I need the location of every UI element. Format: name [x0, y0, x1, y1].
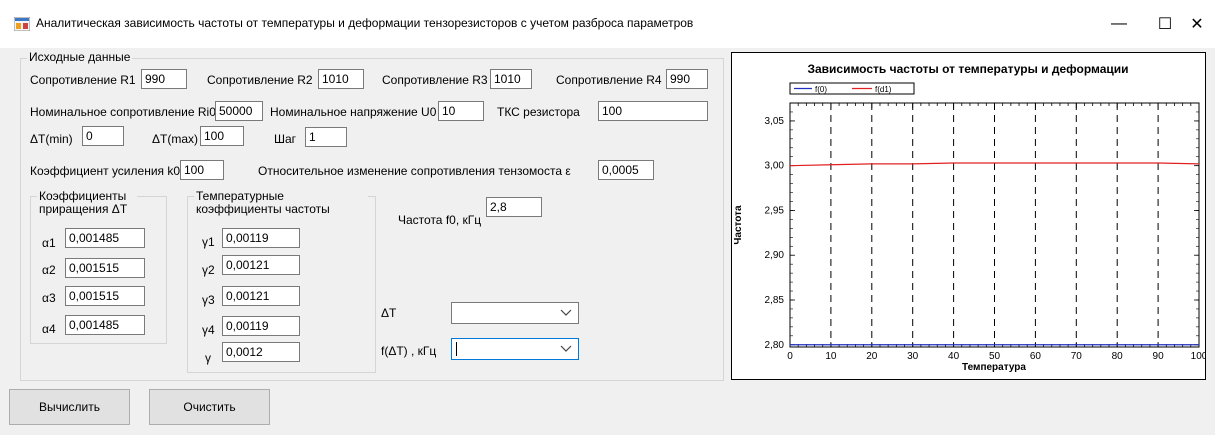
alpha4-label: α4	[42, 322, 56, 336]
minimize-button[interactable]: —	[1096, 8, 1142, 40]
x-tick-label: 80	[1112, 351, 1124, 362]
legend-label-fd1: f(d1)	[875, 85, 892, 94]
gamma-field[interactable]: 0,0012	[222, 342, 300, 362]
x-tick-label: 10	[825, 351, 837, 362]
chart-panel: Зависимость частоты от температуры и деф…	[731, 52, 1206, 380]
gamma2-label: γ2	[202, 263, 215, 277]
gamma3-label: γ3	[202, 293, 215, 307]
chevron-down-icon	[560, 345, 572, 352]
alpha-group-title: Коэффициенты приращения ΔT	[37, 190, 137, 216]
y-tick-label: 2,95	[765, 205, 785, 216]
x-tick-label: 100	[1191, 351, 1205, 362]
app-icon	[14, 17, 30, 31]
k0-label: Коэффициент усиления k0	[30, 164, 181, 178]
r3-label: Сопротивление R3	[382, 73, 488, 87]
alpha1-field[interactable]: 0,001485	[65, 228, 145, 248]
f0-field[interactable]: 2,8	[486, 197, 542, 217]
x-tick-label: 40	[948, 351, 960, 362]
gamma3-field[interactable]: 0,00121	[222, 286, 300, 306]
r1-label: Сопротивление R1	[30, 73, 136, 87]
dtmin-label: ΔT(min)	[30, 132, 73, 146]
clear-button[interactable]: Очистить	[149, 389, 270, 425]
fdt-select[interactable]	[451, 338, 579, 360]
fdt-label: f(ΔT) , кГц	[381, 344, 437, 358]
r3-field[interactable]: 1010	[490, 69, 532, 89]
grid-lines	[830, 103, 1159, 347]
step-label: Шаг	[274, 132, 297, 146]
r1-field[interactable]: 990	[141, 69, 187, 89]
dtmin-field[interactable]: 0	[82, 126, 124, 146]
dtmax-field[interactable]: 100	[200, 126, 244, 146]
y-tick-label: 3,00	[765, 161, 785, 172]
gamma1-label: γ1	[202, 235, 215, 249]
client-area: Исходные данные Сопротивление R1 990 Соп…	[0, 48, 1215, 435]
minimize-icon: —	[1111, 15, 1127, 32]
x-tick-label: 60	[1030, 351, 1042, 362]
y-tick-label: 2,80	[765, 340, 785, 351]
calculate-button[interactable]: Вычислить	[9, 389, 130, 425]
gamma4-label: γ4	[202, 323, 215, 337]
eps-label: Относительное изменение сопротивления те…	[258, 164, 571, 178]
close-icon: ✕	[1190, 16, 1204, 33]
r2-field[interactable]: 1010	[318, 69, 364, 89]
frequency-chart: Зависимость частоты от температуры и деф…	[733, 62, 1205, 373]
alpha4-field[interactable]: 0,001485	[65, 315, 145, 335]
dt-label: ΔT	[381, 306, 397, 320]
x-tick-label: 20	[866, 351, 878, 362]
x-tick-label: 0	[787, 351, 793, 362]
ri0-field[interactable]: 50000	[215, 101, 263, 121]
ri0-label: Номинальное сопротивление Ri0	[30, 105, 216, 119]
dtmax-label: ΔT(max)	[152, 132, 199, 146]
title-bar: Аналитическая зависимость частоты от тем…	[0, 0, 1215, 48]
text-caret	[456, 342, 457, 356]
y-tick-label: 2,85	[765, 295, 785, 306]
gamma4-field[interactable]: 0,00119	[222, 316, 300, 336]
x-axis-label: Температура	[962, 362, 1026, 373]
alpha3-field[interactable]: 0,001515	[65, 286, 145, 306]
eps-field[interactable]: 0,0005	[598, 160, 654, 180]
y-tick-label: 3,05	[765, 116, 785, 127]
x-axis-ticks: 0 10 20 30 40 50 60 70 80 90 100	[787, 103, 1205, 362]
x-tick-label: 50	[989, 351, 1001, 362]
gamma2-field[interactable]: 0,00121	[222, 255, 300, 275]
close-button[interactable]: ✕	[1174, 8, 1215, 40]
tkc-field[interactable]: 100	[598, 101, 708, 121]
alpha3-label: α3	[42, 291, 56, 305]
alpha2-label: α2	[42, 263, 56, 277]
r4-field[interactable]: 990	[666, 69, 708, 89]
alpha2-field[interactable]: 0,001515	[65, 258, 145, 278]
y-tick-label: 2,90	[765, 250, 785, 261]
f0-label: Частота f0, кГц	[398, 213, 482, 227]
legend-label-f0: f(0)	[815, 85, 827, 94]
u0-label: Номинальное напряжение U0	[270, 105, 437, 119]
y-axis-label: Частота	[733, 205, 744, 245]
r2-label: Сопротивление R2	[207, 73, 313, 87]
step-field[interactable]: 1	[305, 127, 347, 147]
tkc-label: ТКС резистора	[497, 105, 580, 119]
x-tick-label: 90	[1153, 351, 1165, 362]
maximize-icon: ☐	[1157, 16, 1173, 33]
u0-field[interactable]: 10	[438, 101, 484, 121]
gamma1-field[interactable]: 0,00119	[222, 228, 300, 248]
gamma-label: γ	[205, 351, 211, 365]
alpha1-label: α1	[42, 236, 56, 250]
x-tick-label: 70	[1071, 351, 1083, 362]
dt-select[interactable]	[451, 302, 579, 324]
input-group-title: Исходные данные	[27, 50, 133, 64]
k0-field[interactable]: 100	[180, 160, 224, 180]
gamma-group-title: Температурные коэффициенты частоты	[194, 190, 368, 216]
y-axis-ticks: 2,80 2,85 2,90 2,95 3,00 3,05	[765, 111, 1199, 351]
r4-label: Сопротивление R4	[556, 73, 662, 87]
x-tick-label: 30	[907, 351, 919, 362]
window-title: Аналитическая зависимость частоты от тем…	[36, 16, 694, 30]
chart-title: Зависимость частоты от температуры и деф…	[807, 62, 1128, 76]
chevron-down-icon	[560, 309, 572, 316]
